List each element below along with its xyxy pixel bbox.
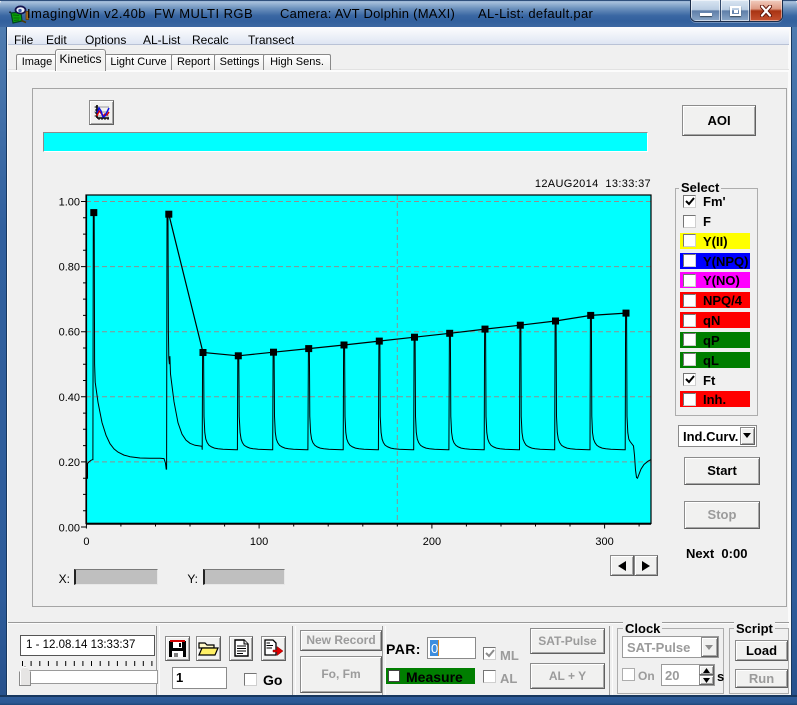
svg-text:0: 0	[83, 536, 89, 547]
svg-text:0.60: 0.60	[59, 327, 80, 339]
svg-text:200: 200	[423, 536, 441, 547]
svg-text:1.00: 1.00	[59, 197, 80, 209]
svg-text:0.00: 0.00	[59, 523, 80, 535]
svg-text:0.40: 0.40	[59, 392, 80, 404]
svg-text:100: 100	[250, 536, 268, 547]
svg-text:0.80: 0.80	[59, 262, 80, 274]
svg-text:300: 300	[595, 536, 613, 547]
svg-text:0.20: 0.20	[59, 457, 80, 469]
